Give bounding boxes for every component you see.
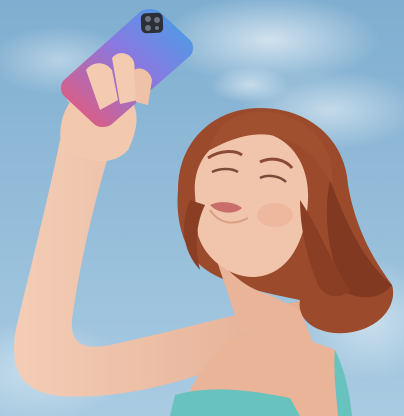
camera-module-icon: [140, 12, 164, 34]
photo-scene: [0, 0, 404, 416]
photo-illustration: [0, 0, 404, 416]
face: [194, 131, 309, 277]
